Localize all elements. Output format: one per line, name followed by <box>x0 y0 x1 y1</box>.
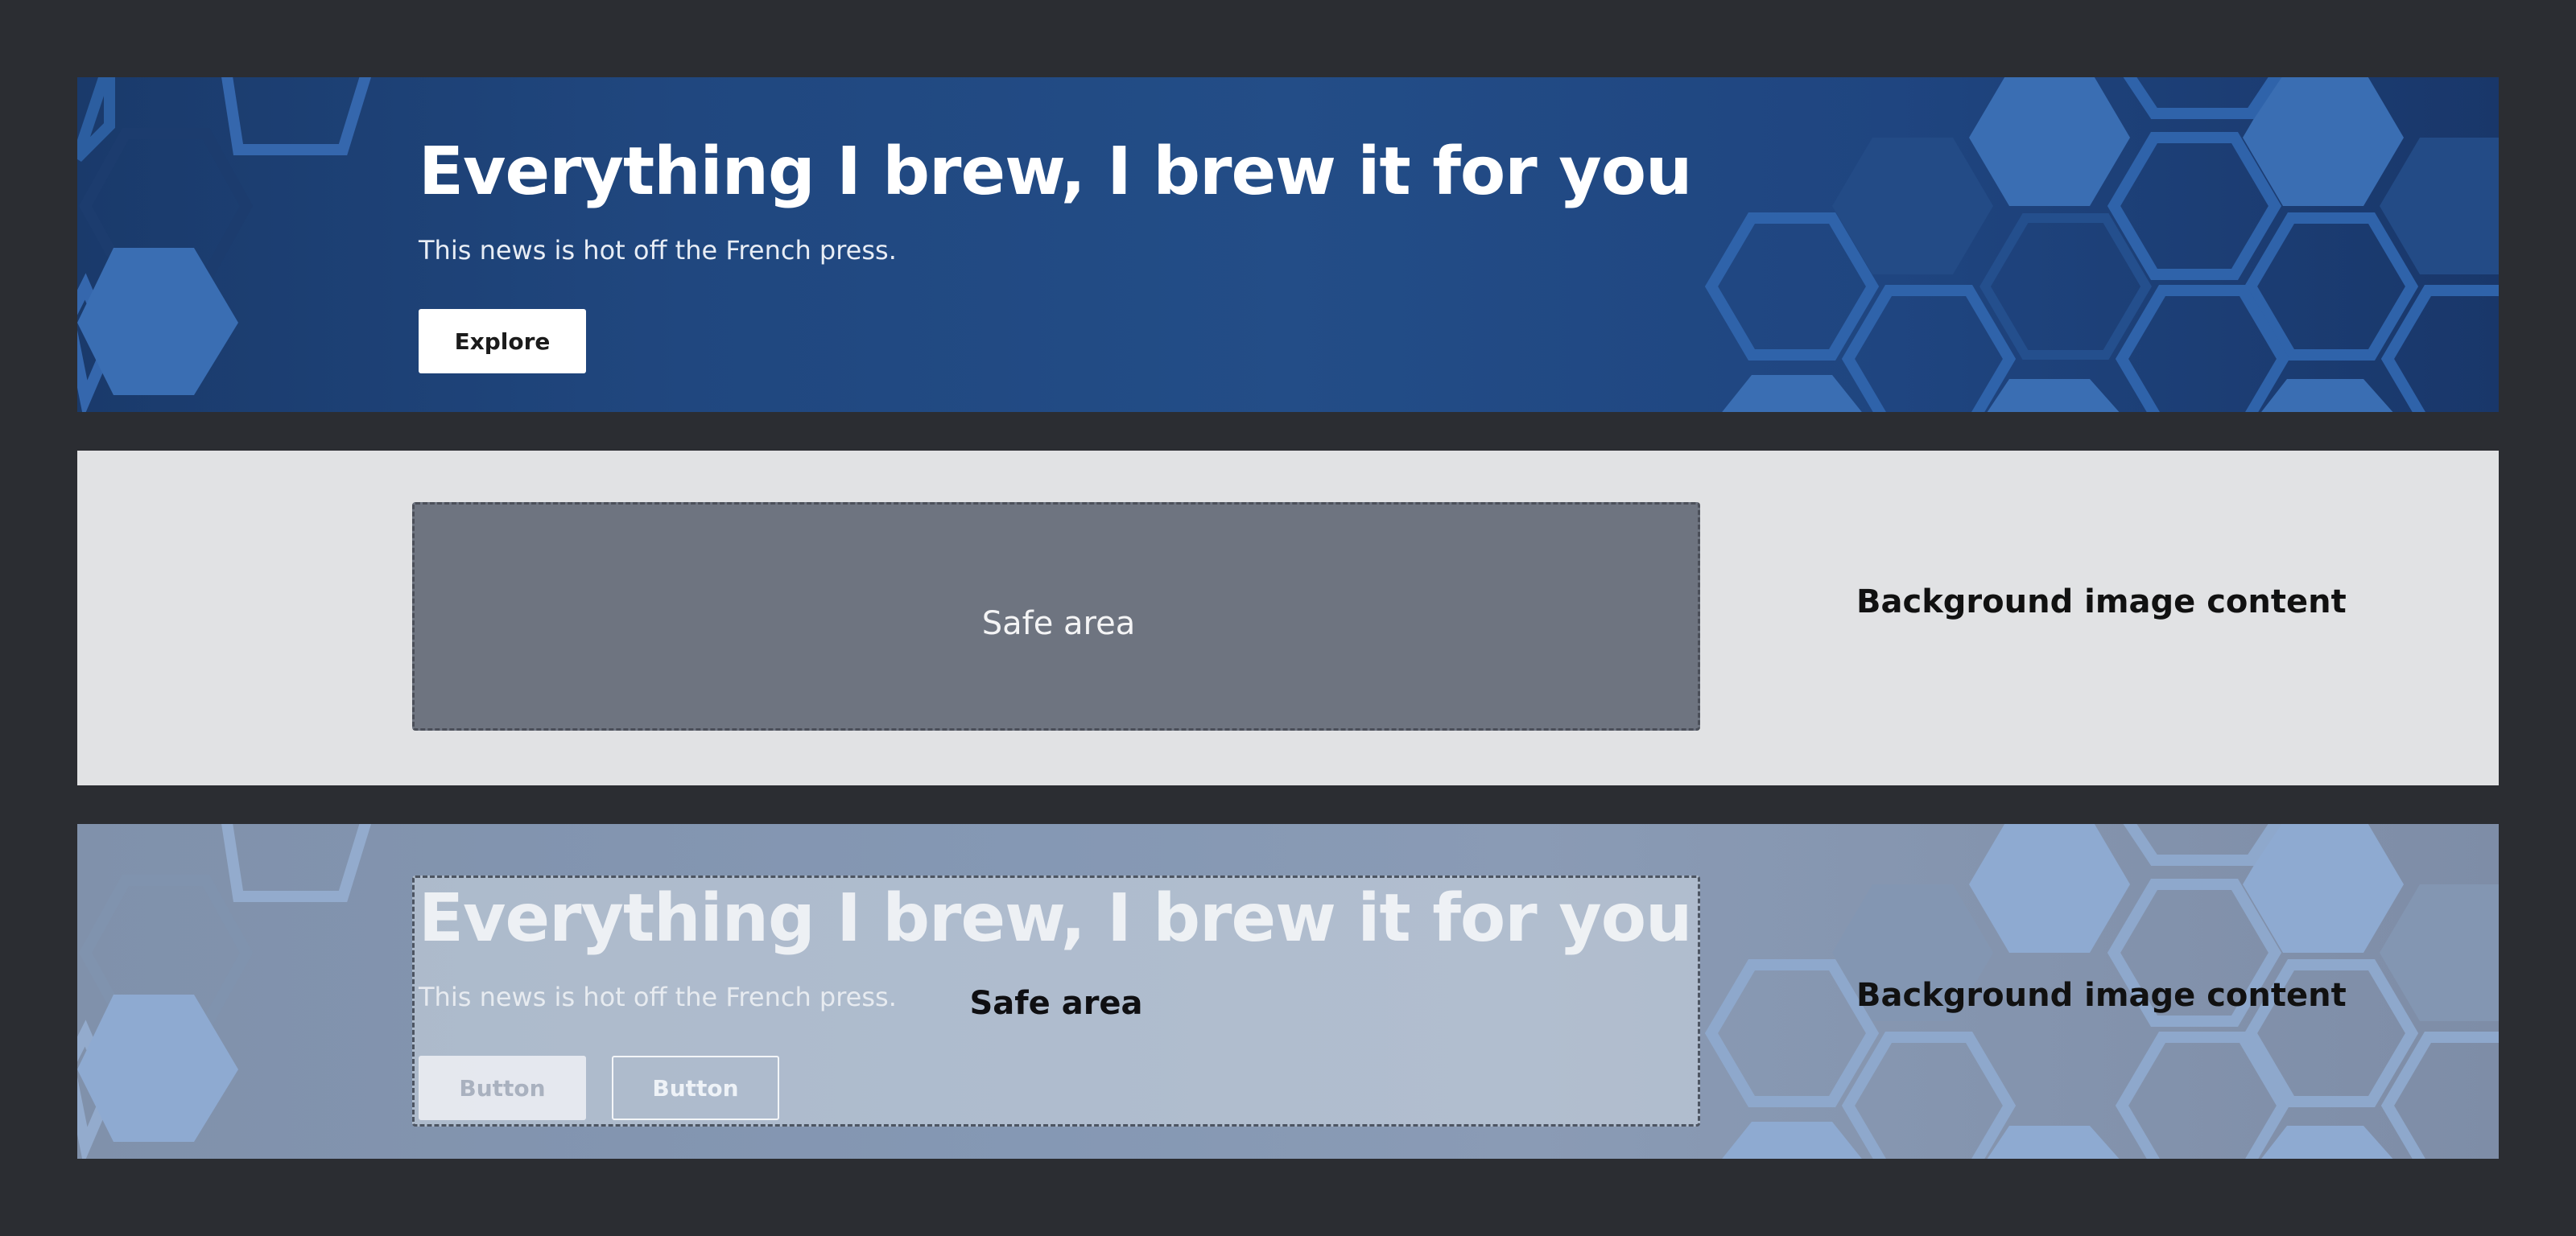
safe-area-box: Safe area <box>412 502 1700 731</box>
overlay-headline: Everything I brew, I brew it for you <box>419 880 1692 957</box>
hero-banner: Everything I brew, I brew it for you Thi… <box>77 77 2499 412</box>
secondary-button[interactable]: Button <box>612 1056 779 1120</box>
overlay-example: Everything I brew, I brew it for you Thi… <box>77 824 2499 1159</box>
explore-button[interactable]: Explore <box>419 309 586 373</box>
overlay-background-label: Background image content <box>1856 977 2347 1014</box>
safe-area-label: Safe area <box>981 605 1136 642</box>
banner-headline: Everything I brew, I brew it for you <box>419 134 1692 210</box>
background-content-label: Background image content <box>1856 583 2347 620</box>
primary-button[interactable]: Button <box>419 1056 586 1120</box>
banner-subtext: This news is hot off the French press. <box>419 235 897 266</box>
safe-area-diagram: Safe area Background image content <box>77 451 2499 785</box>
overlay-safe-area-label: Safe area <box>969 985 1143 1022</box>
